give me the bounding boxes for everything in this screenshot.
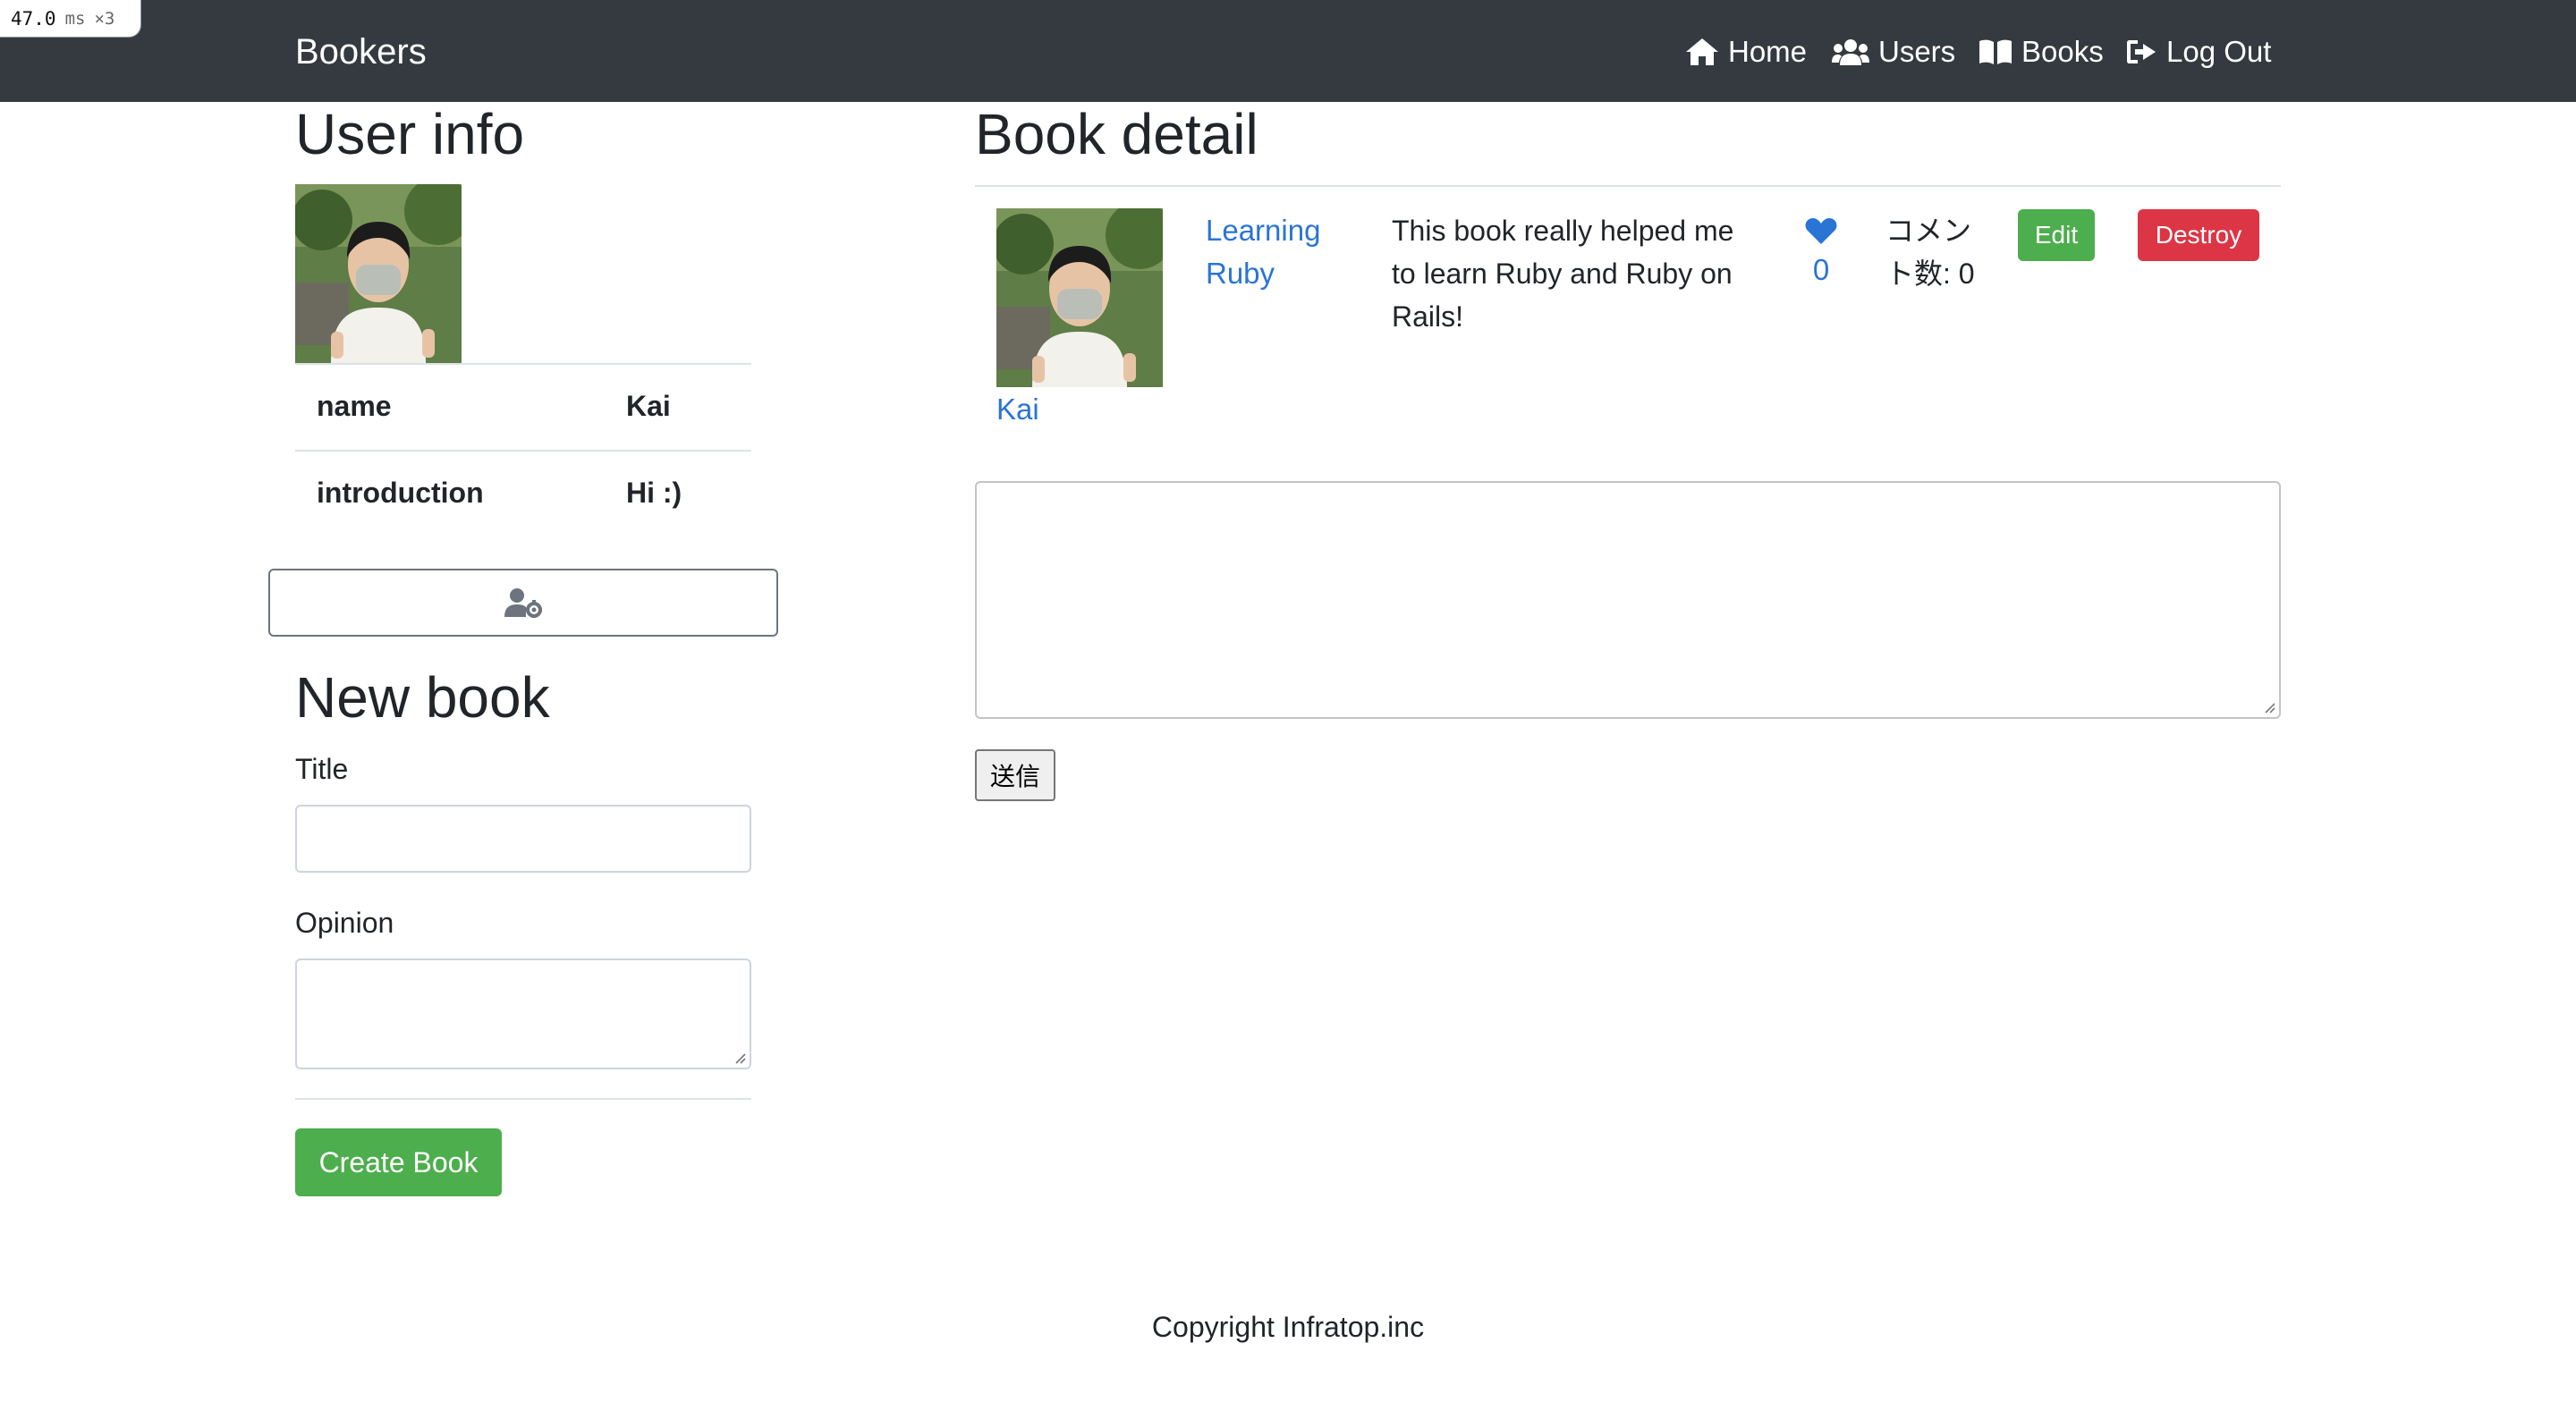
user-cog-icon <box>504 588 542 618</box>
comment-count-line2: ト数: 0 <box>1885 258 1975 290</box>
user-info-heading: User info <box>295 102 525 166</box>
info-row-introduction: introduction Hi :) <box>295 450 751 536</box>
footer-copyright: Copyright Infratop.inc <box>1151 1311 1425 1343</box>
nav-books[interactable]: Books <box>1979 27 2104 77</box>
nav-logout[interactable]: Log Out <box>2125 27 2271 77</box>
edit-button[interactable]: Edit <box>2018 209 2095 261</box>
perf-value: 47.0 <box>11 7 56 30</box>
edit-profile-button[interactable] <box>268 569 778 637</box>
book-detail-heading: Book detail <box>975 102 1258 166</box>
info-value-introduction: Hi :) <box>626 477 682 509</box>
info-key-introduction: introduction <box>317 477 484 509</box>
opinion-label: Opinion <box>295 907 394 939</box>
book-title-line2: Ruby <box>1206 257 1275 290</box>
opinion-textarea[interactable] <box>295 959 751 1069</box>
perf-multiplier: ×3 <box>94 8 115 29</box>
book-body-line1: This book really helped me <box>1392 215 1734 247</box>
book-open-icon <box>1979 39 2012 64</box>
user-avatar <box>295 184 462 363</box>
user-info-table: name Kai introduction Hi :) <box>295 363 751 536</box>
book-user-avatar[interactable] <box>996 208 1163 387</box>
book-title-line1: Learning <box>1206 214 1321 247</box>
favorite-area[interactable]: 0 <box>1803 211 1839 291</box>
new-book-heading: New book <box>295 665 550 730</box>
resize-grip-icon[interactable] <box>733 1052 746 1064</box>
comment-count: コメン ト数: 0 <box>1885 209 1975 295</box>
nav-logout-label: Log Out <box>2166 35 2272 68</box>
perf-badge: 47.0 ms ×3 <box>0 0 141 38</box>
heart-icon[interactable] <box>1805 216 1837 245</box>
book-body: This book really helped me to learn Ruby… <box>1392 209 1733 338</box>
nav-home-label: Home <box>1728 35 1808 68</box>
form-divider <box>295 1098 751 1100</box>
book-title-link[interactable]: Learning Ruby <box>1206 209 1320 295</box>
nav-users-label: Users <box>1878 35 1956 68</box>
users-icon <box>1832 39 1869 65</box>
detail-divider <box>975 185 2281 187</box>
title-input[interactable] <box>295 805 751 873</box>
nav-home[interactable]: Home <box>1685 27 1807 77</box>
title-label: Title <box>295 753 349 785</box>
book-body-line3: Rails! <box>1392 300 1464 333</box>
create-book-button[interactable]: Create Book <box>295 1128 502 1196</box>
perf-unit: ms <box>64 8 86 29</box>
sign-out-icon <box>2127 40 2156 63</box>
favorite-count: 0 <box>1812 253 1830 286</box>
comment-submit-button[interactable]: 送信 <box>975 749 1055 801</box>
nav-books-label: Books <box>2021 35 2104 68</box>
comment-resize-grip-icon[interactable] <box>2263 701 2275 714</box>
home-icon <box>1686 38 1718 65</box>
info-value-name: Kai <box>626 390 671 422</box>
comment-textarea[interactable] <box>975 481 2281 719</box>
nav-users[interactable]: Users <box>1832 27 1955 77</box>
info-key-name: name <box>317 390 392 422</box>
book-body-line2: to learn Ruby and Ruby on <box>1392 258 1733 290</box>
brand-link[interactable]: Bookers <box>295 27 427 77</box>
comment-count-line1: コメン <box>1885 215 1972 247</box>
destroy-button[interactable]: Destroy <box>2138 209 2259 261</box>
book-user-name-link[interactable]: Kai <box>996 388 1039 431</box>
info-row-name: name Kai <box>295 363 751 450</box>
